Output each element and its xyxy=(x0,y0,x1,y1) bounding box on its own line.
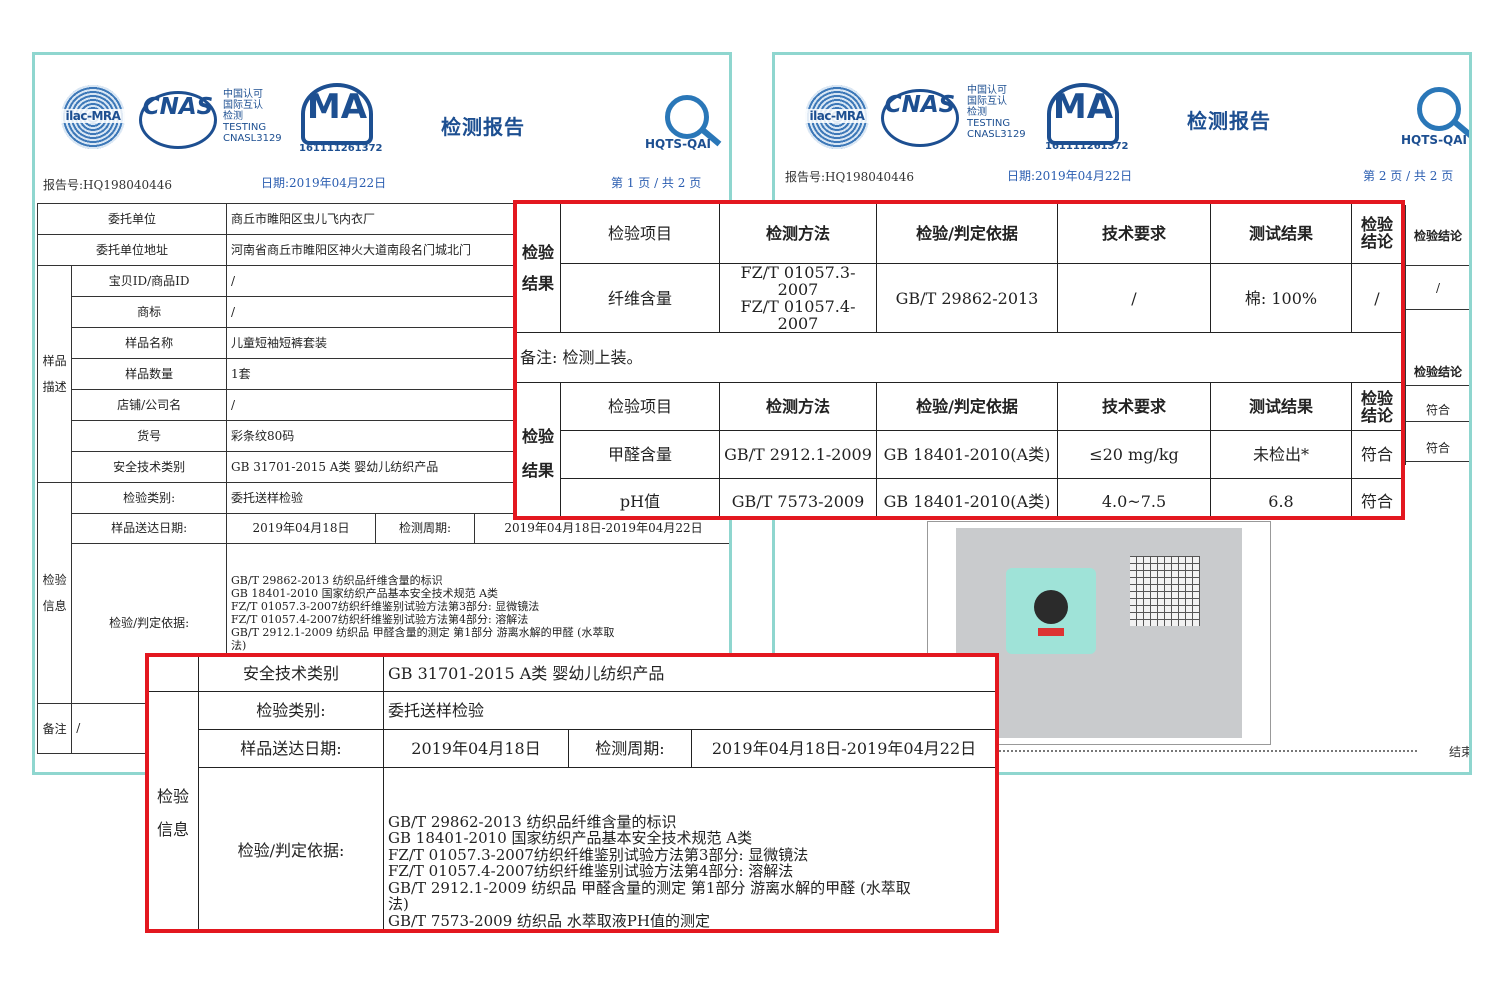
report-number: 报告号:HQ198040446 xyxy=(785,170,915,184)
page-indicator: 第 2 页 / 共 2 页 xyxy=(1363,169,1454,183)
safety-class-label: 安全技术类别 xyxy=(71,451,227,483)
zoom-basis-label: 检验/判定依据: xyxy=(198,767,384,929)
safety-value: GB 31701-2015 A类 婴幼儿纺织产品 xyxy=(383,657,995,692)
client-address-label: 委托单位地址 xyxy=(37,234,227,266)
formaldehyde-basis: GB 18401-2010(A类) xyxy=(876,430,1058,479)
hdr-conclusion: 检验结论 xyxy=(1351,204,1401,264)
hqts-label: HQTS-QAI xyxy=(1401,133,1468,147)
hdr-conclusion-2: 检验结论 xyxy=(1351,382,1401,431)
sample-group-label: 样品描述 xyxy=(36,265,73,483)
hdr-method-2: 检测方法 xyxy=(719,382,877,431)
hqts-logo-icon xyxy=(665,95,709,139)
tshirt-image xyxy=(1006,568,1096,654)
inspection-group-label: 检验信息 xyxy=(36,482,73,704)
hdr-item: 检验项目 xyxy=(560,204,720,264)
formaldehyde-result: 未检出* xyxy=(1210,430,1352,479)
zoom-inspection-type-value: 委托送样检验 xyxy=(383,691,995,730)
cnas-logo: CNAS xyxy=(881,89,959,147)
ilac-mra-logo: ilac-MRA xyxy=(805,85,869,149)
end-divider xyxy=(927,750,1417,752)
safety-label: 安全技术类别 xyxy=(198,657,384,692)
peek-pass-1: 符合 xyxy=(1426,403,1451,417)
table-row: 甲醛含量 GB/T 2912.1-2009 GB 18401-2010(A类) … xyxy=(517,430,1401,479)
zoom-period-value: 2019年04月18日-2019年04月22日 xyxy=(691,729,995,768)
blank-cell xyxy=(149,657,199,692)
ph-result: 6.8 xyxy=(1210,478,1352,516)
results-remark: 备注: 检测上装。 xyxy=(517,332,1401,383)
hqts-label: HQTS-QAI xyxy=(645,137,712,151)
cma-logo: MA xyxy=(301,83,373,145)
report-title: 检测报告 xyxy=(441,115,525,139)
hdr-item-2: 检验项目 xyxy=(560,382,720,431)
report-date: 日期:2019年04月22日 xyxy=(261,176,387,190)
ph-conclusion: 符合 xyxy=(1351,478,1401,516)
brand-label: 商标 xyxy=(71,296,227,328)
sample-name-label: 样品名称 xyxy=(71,327,227,359)
peek-conclusion-header: 检验结论 xyxy=(1414,229,1463,243)
end-marker: 结束 xyxy=(1449,745,1472,759)
fiber-result: 棉: 100% xyxy=(1210,263,1352,333)
period-label: 检测周期: xyxy=(375,513,475,544)
formaldehyde-method: GB/T 2912.1-2009 xyxy=(719,430,877,479)
inspection-type-label: 检验类别: xyxy=(71,482,227,514)
results-table: 检验结果 检验项目 检测方法 检验/判定依据 技术要求 测试结果 检验结论 纤维… xyxy=(517,204,1401,516)
zoom-info-panel: 安全技术类别 GB 31701-2015 A类 婴幼儿纺织产品 检验信息 检验类… xyxy=(145,653,999,933)
hdr-basis-2: 检验/判定依据 xyxy=(876,382,1058,431)
zoom-delivery-value: 2019年04月18日 xyxy=(383,729,569,768)
fiber-method: FZ/T 01057.3-2007 FZ/T 01057.4-2007 xyxy=(719,263,877,333)
fiber-item: 纤维含量 xyxy=(560,263,720,333)
zoom-results-panel: 检验结果 检验项目 检测方法 检验/判定依据 技术要求 测试结果 检验结论 纤维… xyxy=(513,200,1405,520)
ph-basis: GB 18401-2010(A类) xyxy=(876,478,1058,516)
zoom-period-label: 检测周期: xyxy=(568,729,692,768)
report-title: 检测报告 xyxy=(1187,109,1271,133)
ilac-mra-logo: ilac-MRA xyxy=(61,85,125,149)
hdr-result-2: 测试结果 xyxy=(1210,382,1352,431)
client-label: 委托单位 xyxy=(37,203,227,235)
item-no-label: 货号 xyxy=(71,420,227,452)
hdr-basis: 检验/判定依据 xyxy=(876,204,1058,264)
formaldehyde-item: 甲醛含量 xyxy=(560,430,720,479)
info-group-label: 检验信息 xyxy=(149,691,199,929)
shorts-image xyxy=(1130,556,1200,626)
peek-conclusion-header-2: 检验结论 xyxy=(1414,365,1463,379)
hdr-requirement-2: 技术要求 xyxy=(1057,382,1211,431)
cnas-caption: 中国认可 国际互认 检测 TESTING CNASL3129 xyxy=(967,85,1026,140)
cma-number: 161111261372 xyxy=(1045,141,1129,152)
shop-label: 店铺/公司名 xyxy=(71,389,227,421)
hdr-result: 测试结果 xyxy=(1210,204,1352,264)
product-id-label: 宝贝ID/商品ID xyxy=(71,265,227,297)
report-number: 报告号:HQ198040446 xyxy=(43,178,173,192)
peek-pass-2: 符合 xyxy=(1426,441,1451,455)
hdr-requirement: 技术要求 xyxy=(1057,204,1211,264)
zoom-delivery-label: 样品送达日期: xyxy=(198,729,384,768)
ph-method: GB/T 7573-2009 xyxy=(719,478,877,516)
fiber-conclusion: / xyxy=(1351,263,1401,333)
remark-label: 备注 xyxy=(36,703,73,754)
report-date: 日期:2019年04月22日 xyxy=(1007,169,1133,183)
cnas-logo: CNAS xyxy=(139,91,217,149)
zoom-basis-lines: GB/T 29862-2013 纺织品纤维含量的标识 GB 18401-2010 … xyxy=(383,767,995,929)
page-indicator: 第 1 页 / 共 2 页 xyxy=(611,176,702,190)
cma-number: 161111261372 xyxy=(299,143,383,154)
peek-slash: / xyxy=(1436,281,1441,295)
results-group-label-2: 检验结果 xyxy=(517,382,561,516)
fiber-requirement: / xyxy=(1057,263,1211,333)
sample-qty-label: 样品数量 xyxy=(71,358,227,390)
ph-item: pH值 xyxy=(560,478,720,516)
delivery-date-label: 样品送达日期: xyxy=(71,513,227,544)
table-row: pH值 GB/T 7573-2009 GB 18401-2010(A类) 4.0… xyxy=(517,478,1401,516)
results-group-label-1: 检验结果 xyxy=(517,204,561,333)
delivery-date-value: 2019年04月18日 xyxy=(226,513,376,544)
cnas-caption: 中国认可 国际互认 检测 TESTING CNASL3129 xyxy=(223,89,282,144)
fiber-basis: GB/T 29862-2013 xyxy=(876,263,1058,333)
hqts-logo-icon xyxy=(1417,87,1461,131)
inspection-info-table: 安全技术类别 GB 31701-2015 A类 婴幼儿纺织产品 检验信息 检验类… xyxy=(149,657,995,929)
zoom-inspection-type-label: 检验类别: xyxy=(198,691,384,730)
cma-logo: MA xyxy=(1047,83,1119,145)
formaldehyde-conclusion: 符合 xyxy=(1351,430,1401,479)
hdr-method: 检测方法 xyxy=(719,204,877,264)
formaldehyde-requirement: ≤20 mg/kg xyxy=(1057,430,1211,479)
ph-requirement: 4.0~7.5 xyxy=(1057,478,1211,516)
peek-column: 检验结论 / 检验结论 符合 符合 xyxy=(1405,205,1469,465)
